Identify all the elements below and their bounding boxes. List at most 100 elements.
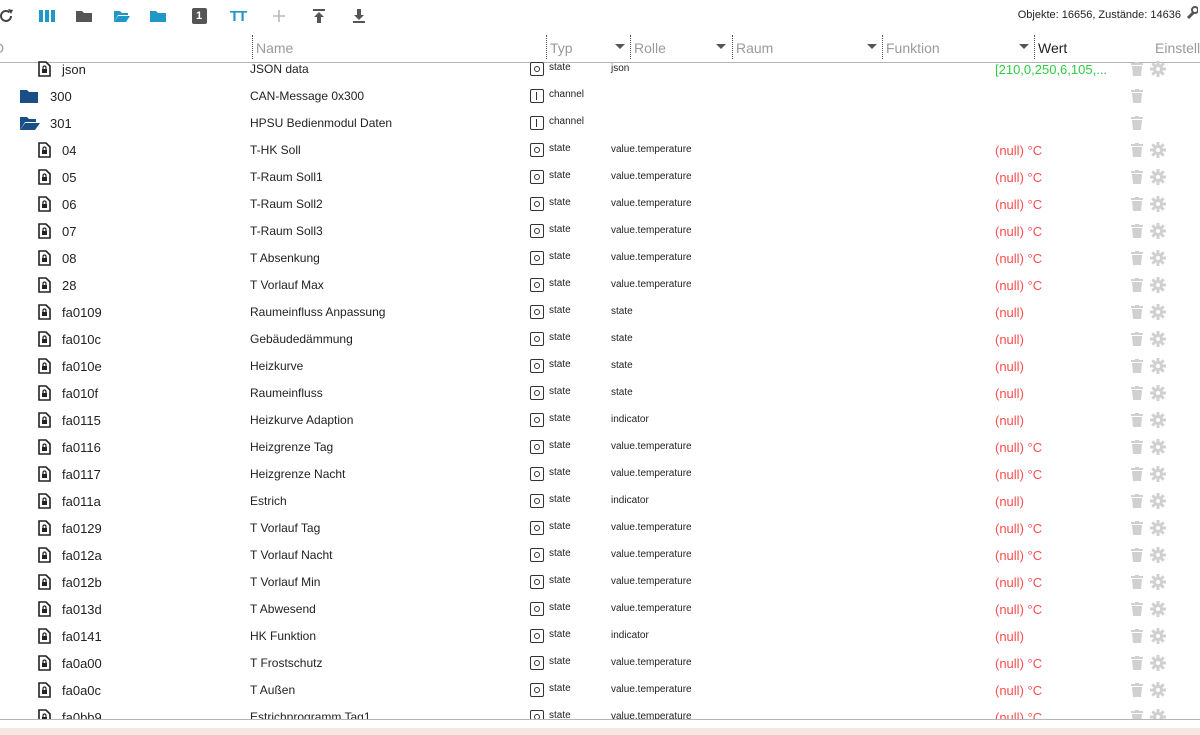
folder-button[interactable]	[146, 4, 170, 28]
gear-icon[interactable]	[1150, 601, 1166, 622]
gear-icon[interactable]	[1150, 277, 1166, 298]
state-row[interactable]: fa010c Gebäudedämmung state state (null)	[0, 326, 1200, 353]
trash-icon[interactable]	[1131, 656, 1143, 675]
trash-icon[interactable]	[1131, 62, 1143, 81]
state-row[interactable]: fa0a0c T Außen state value.temperature (null…	[0, 677, 1200, 704]
object-value[interactable]: (null) °C	[995, 224, 1042, 239]
object-value[interactable]: (null) °C	[995, 170, 1042, 185]
object-value[interactable]: (null)	[995, 386, 1024, 401]
object-value[interactable]: [210,0,250,6,105,...	[995, 62, 1107, 77]
header-id[interactable]: D	[0, 40, 4, 56]
header-role[interactable]: Rolle	[634, 40, 666, 56]
header-type[interactable]: Typ	[550, 40, 573, 56]
state-row[interactable]: 06 T-Raum Soll2 state value.temperature (nul…	[0, 191, 1200, 218]
object-value[interactable]: (null) °C	[995, 521, 1042, 536]
state-row[interactable]: fa012b T Vorlauf Min state value.temperatur…	[0, 569, 1200, 596]
channel-row[interactable]: 301 HPSU Bedienmodul Daten channel	[0, 110, 1200, 137]
header-value[interactable]: Wert	[1038, 40, 1067, 56]
gear-icon[interactable]	[1150, 655, 1166, 676]
trash-icon[interactable]	[1131, 332, 1143, 351]
object-value[interactable]: (null) °C	[995, 602, 1042, 617]
gear-icon[interactable]	[1150, 196, 1166, 217]
object-value[interactable]: (null) °C	[995, 197, 1042, 212]
upload-button[interactable]	[307, 4, 331, 28]
gear-icon[interactable]	[1150, 331, 1166, 352]
object-value[interactable]: (null) °C	[995, 467, 1042, 482]
object-value[interactable]: (null) °C	[995, 278, 1042, 293]
trash-icon[interactable]	[1131, 386, 1143, 405]
gear-icon[interactable]	[1150, 520, 1166, 541]
state-row[interactable]: fa0bb9 Estrichprogramm Tag1 state value.tem…	[0, 704, 1200, 720]
trash-icon[interactable]	[1131, 683, 1143, 702]
state-row[interactable]: fa013d T Abwesend state value.temperature (n…	[0, 596, 1200, 623]
folder-closed-icon[interactable]	[19, 88, 39, 109]
trash-icon[interactable]	[1131, 116, 1143, 135]
trash-icon[interactable]	[1131, 413, 1143, 432]
wrench-icon[interactable]	[1186, 6, 1199, 25]
state-row[interactable]: fa0141 HK Funktion state indicator (null)	[0, 623, 1200, 650]
refresh-button[interactable]	[0, 4, 18, 28]
columns-button[interactable]	[35, 4, 59, 28]
folder-open-icon[interactable]	[19, 115, 41, 136]
download-button[interactable]	[347, 4, 371, 28]
text-size-button[interactable]: TT	[226, 4, 250, 28]
state-row[interactable]: 05 T-Raum Soll1 state value.temperature (nul…	[0, 164, 1200, 191]
object-value[interactable]: (null) °C	[995, 683, 1042, 698]
channel-row[interactable]: 300 CAN-Message 0x300 channel	[0, 83, 1200, 110]
gear-icon[interactable]	[1150, 61, 1166, 82]
state-row[interactable]: fa012a T Vorlauf Nacht state value.temperat…	[0, 542, 1200, 569]
gear-icon[interactable]	[1150, 304, 1166, 325]
object-value[interactable]: (null)	[995, 305, 1024, 320]
gear-icon[interactable]	[1150, 250, 1166, 271]
trash-icon[interactable]	[1131, 251, 1143, 270]
gear-icon[interactable]	[1150, 412, 1166, 433]
function-filter-dropdown-icon[interactable]	[1019, 44, 1029, 49]
object-value[interactable]: (null)	[995, 413, 1024, 428]
gear-icon[interactable]	[1150, 493, 1166, 514]
header-settings[interactable]: Einstell	[1155, 40, 1200, 56]
trash-icon[interactable]	[1131, 548, 1143, 567]
object-value[interactable]: (null)	[995, 494, 1024, 509]
folder-closed-button[interactable]	[72, 4, 96, 28]
state-row[interactable]: fa010e Heizkurve state state (null)	[0, 353, 1200, 380]
state-row[interactable]: 28 T Vorlauf Max state value.temperature (nu…	[0, 272, 1200, 299]
role-filter-dropdown-icon[interactable]	[716, 44, 726, 49]
object-value[interactable]: (null)	[995, 629, 1024, 644]
gear-icon[interactable]	[1150, 439, 1166, 460]
state-row[interactable]: 04 T-HK Soll state value.temperature (null) …	[0, 137, 1200, 164]
add-button[interactable]	[267, 4, 291, 28]
trash-icon[interactable]	[1131, 224, 1143, 243]
trash-icon[interactable]	[1131, 197, 1143, 216]
object-value[interactable]: (null) °C	[995, 440, 1042, 455]
gear-icon[interactable]	[1150, 385, 1166, 406]
trash-icon[interactable]	[1131, 170, 1143, 189]
header-name[interactable]: Name	[256, 40, 293, 56]
trash-icon[interactable]	[1131, 629, 1143, 648]
object-value[interactable]: (null) °C	[995, 548, 1042, 563]
header-room[interactable]: Raum	[736, 40, 773, 56]
object-value[interactable]: (null) °C	[995, 656, 1042, 671]
trash-icon[interactable]	[1131, 494, 1143, 513]
gear-icon[interactable]	[1150, 628, 1166, 649]
gear-icon[interactable]	[1150, 223, 1166, 244]
trash-icon[interactable]	[1131, 89, 1143, 108]
trash-icon[interactable]	[1131, 305, 1143, 324]
state-row[interactable]: fa0115 Heizkurve Adaption state indicator (n…	[0, 407, 1200, 434]
trash-icon[interactable]	[1131, 575, 1143, 594]
trash-icon[interactable]	[1131, 521, 1143, 540]
room-filter-dropdown-icon[interactable]	[867, 44, 877, 49]
trash-icon[interactable]	[1131, 278, 1143, 297]
state-row[interactable]: fa0117 Heizgrenze Nacht state value.tempera…	[0, 461, 1200, 488]
state-row[interactable]: fa011a Estrich state indicator (null)	[0, 488, 1200, 515]
object-value[interactable]: (null)	[995, 332, 1024, 347]
trash-icon[interactable]	[1131, 602, 1143, 621]
type-filter-dropdown-icon[interactable]	[615, 44, 625, 49]
state-row[interactable]: 08 T Absenkung state value.temperature (null…	[0, 245, 1200, 272]
gear-icon[interactable]	[1150, 169, 1166, 190]
state-row[interactable]: fa010f Raumeinfluss state state (null)	[0, 380, 1200, 407]
trash-icon[interactable]	[1131, 359, 1143, 378]
trash-icon[interactable]	[1131, 467, 1143, 486]
object-value[interactable]: (null) °C	[995, 251, 1042, 266]
state-row[interactable]: fa0109 Raumeinfluss Anpassung state state (n…	[0, 299, 1200, 326]
gear-icon[interactable]	[1150, 574, 1166, 595]
